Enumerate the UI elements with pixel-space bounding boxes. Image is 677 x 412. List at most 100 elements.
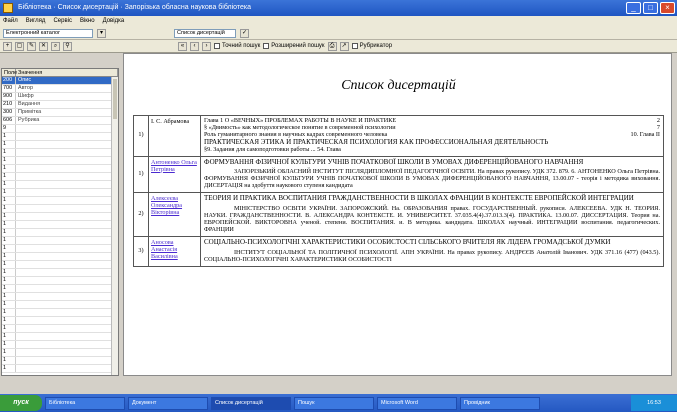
print-icon[interactable]: ⎙ (327, 41, 337, 51)
field-code: 900 (2, 93, 16, 100)
menu-item-window[interactable]: Вікно (80, 16, 95, 27)
first-icon[interactable]: « (178, 41, 187, 51)
row-content: СОЦІАЛЬНО-ПСИХОЛОГІЧНІ ХАРАКТЕРИСТИКИ ОС… (200, 235, 664, 267)
field-code: 1 (2, 261, 16, 268)
minimize-button[interactable]: _ (626, 2, 641, 14)
list-item[interactable]: 1 (2, 205, 118, 213)
list-item[interactable]: 1 (2, 213, 118, 221)
menu-item-help[interactable]: Довідка (103, 16, 125, 27)
task-button[interactable]: Список дисертацій (211, 396, 291, 410)
field-value: Автор (18, 85, 34, 91)
list-item[interactable]: 9 (2, 125, 118, 133)
list-item[interactable]: 300 Примітка (2, 109, 118, 117)
task-button[interactable]: Документ (128, 396, 208, 410)
author-link[interactable]: Алексеєва Олександра Вікторівна (151, 195, 182, 216)
author-link[interactable]: Антоненко Ольга Петрівна (151, 159, 197, 173)
next-icon[interactable]: › (202, 41, 211, 51)
list-item[interactable]: 1 (2, 325, 118, 333)
task-button[interactable]: Провідник (460, 396, 540, 410)
col-field[interactable]: Поле (2, 69, 17, 76)
filter-icon[interactable]: ⚲ (63, 41, 72, 51)
author-link[interactable]: Аносова Анастасія Василівна (151, 239, 178, 260)
menu-item-file[interactable]: Файл (3, 16, 18, 27)
apply-format-icon[interactable]: ✓ (240, 28, 249, 38)
list-item[interactable]: 1 (2, 277, 118, 285)
list-item[interactable]: 1 (2, 173, 118, 181)
list-item[interactable]: 1 (2, 165, 118, 173)
field-value (16, 181, 118, 188)
list-item[interactable]: 1 (2, 309, 118, 317)
database-select[interactable]: Електронний каталог (3, 28, 93, 38)
field-code: 1 (2, 293, 16, 300)
list-item[interactable]: 1 (2, 365, 118, 373)
list-item[interactable]: 1 (2, 133, 118, 141)
fields-list: 200 Опис 700 Автор 900 Шифр 210 Видання 300 Примі… (2, 77, 118, 373)
extended-search-checkbox[interactable]: Розширений пошук (263, 43, 325, 49)
list-item[interactable]: 1 (2, 141, 118, 149)
field-code: 1 (2, 181, 16, 188)
close-button[interactable]: × (660, 2, 675, 14)
search-icon[interactable]: ⌕ (51, 41, 60, 51)
new-icon[interactable]: + (3, 41, 12, 51)
list-item[interactable]: 1 (2, 181, 118, 189)
menu-item-view[interactable]: Вигляд (26, 16, 46, 27)
open-icon[interactable]: ▢ (15, 41, 24, 51)
list-item[interactable]: 210 Видання (2, 101, 118, 109)
list-item[interactable]: 1 (2, 229, 118, 237)
list-item[interactable]: 1 (2, 245, 118, 253)
list-item[interactable]: 1 (2, 285, 118, 293)
dissertation-text: ІНСТИТУТ СОЦІАЛЬНОЇ ТА ПОЛІТИЧНОЇ ПСИХОЛ… (204, 248, 660, 263)
table-row: 2) Алексеєва Олександра Вікторівна ТЕОРИ… (133, 192, 664, 237)
list-item[interactable]: 1 (2, 357, 118, 365)
list-item[interactable]: 700 Автор (2, 85, 118, 93)
task-button[interactable]: Бібліотека (45, 396, 125, 410)
list-item[interactable]: 1 (2, 157, 118, 165)
list-item[interactable]: 1 (2, 261, 118, 269)
task-button[interactable]: Microsoft Word (377, 396, 457, 410)
list-item[interactable]: 1 (2, 197, 118, 205)
list-item[interactable]: 1 (2, 269, 118, 277)
list-item[interactable]: 1 (2, 317, 118, 325)
field-value: Шифр (18, 93, 34, 99)
list-item[interactable]: 606 Рубрика (2, 117, 118, 125)
format-select[interactable]: Список дисертацій (174, 28, 236, 38)
list-item[interactable]: 1 (2, 341, 118, 349)
row-number: 3) (133, 235, 149, 267)
field-value (16, 189, 118, 196)
field-value (16, 133, 118, 140)
field-code: 300 (2, 109, 16, 116)
list-item[interactable]: 1 (2, 189, 118, 197)
exact-search-checkbox[interactable]: Точний пошук (214, 43, 260, 49)
field-value (16, 261, 118, 268)
field-code: 1 (2, 277, 16, 284)
list-item[interactable]: 1 (2, 221, 118, 229)
delete-icon[interactable]: ✕ (39, 41, 48, 51)
start-button[interactable]: пуск (0, 395, 42, 411)
field-value (16, 237, 118, 244)
fields-scrollbar[interactable] (111, 77, 118, 375)
document-title: Список дисертацій (341, 78, 456, 93)
list-item[interactable]: 1 (2, 349, 118, 357)
field-code: 1 (2, 269, 16, 276)
menu-item-service[interactable]: Сервіс (53, 16, 72, 27)
field-value (16, 293, 118, 300)
list-item[interactable]: 1 (2, 301, 118, 309)
maximize-button[interactable]: □ (643, 2, 658, 14)
list-item[interactable]: 900 Шифр (2, 93, 118, 101)
list-item[interactable]: 1 (2, 253, 118, 261)
list-item[interactable]: 1 (2, 237, 118, 245)
export-icon[interactable]: ↗ (339, 41, 349, 51)
menu-bar: Файл Вигляд Сервіс Вікно Довідка (0, 16, 677, 27)
list-item[interactable]: 1 (2, 293, 118, 301)
col-value[interactable]: Значення (16, 69, 118, 76)
edit-icon[interactable]: ✎ (27, 41, 36, 51)
task-button[interactable]: Пошук (294, 396, 374, 410)
list-item[interactable]: 1 (2, 149, 118, 157)
list-item[interactable]: 200 Опис (2, 77, 118, 85)
rubricator-checkbox[interactable]: Рубрикатор (351, 43, 392, 49)
list-item[interactable]: 1 (2, 333, 118, 341)
row-content: ТЕОРИЯ И ПРАКТИКА ВОСПИТАНИЯ ГРАЖДАНСТВЕ… (200, 192, 664, 237)
dissertation-text: ЗАПОРІЗЬКИЙ ОБЛАСНИЙ ІНСТИТУТ ПІСЛЯДИПЛО… (204, 168, 660, 190)
prev-icon[interactable]: ‹ (190, 41, 199, 51)
dropdown-arrow-icon[interactable]: ▾ (97, 28, 106, 38)
